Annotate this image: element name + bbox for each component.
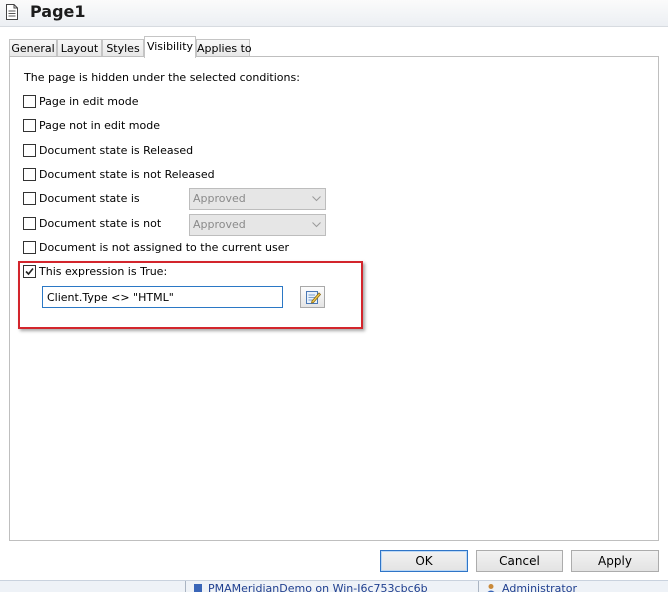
status-separator <box>478 581 479 592</box>
condition-label: Page not in edit mode <box>39 119 160 132</box>
condition-checkbox[interactable] <box>23 192 36 205</box>
tab-applies-to[interactable]: Applies to <box>196 39 252 57</box>
expression-checkbox[interactable] <box>23 265 36 278</box>
state-not-select: Approved <box>189 214 326 236</box>
document-icon <box>6 4 18 20</box>
apply-button[interactable]: Apply <box>571 550 659 572</box>
condition-checkbox[interactable] <box>23 119 36 132</box>
cancel-button[interactable]: Cancel <box>476 550 563 572</box>
condition-label: Page in edit mode <box>39 95 139 108</box>
tab-layout[interactable]: Layout <box>57 39 102 57</box>
state-select-value: Approved <box>193 192 246 205</box>
edit-expression-button[interactable] <box>300 286 325 308</box>
condition-checkbox[interactable] <box>23 95 36 108</box>
condition-label: Document state is not Released <box>39 168 215 181</box>
conditions-intro: The page is hidden under the selected co… <box>24 71 300 84</box>
chevron-down-icon <box>312 222 321 228</box>
window-title: Page1 <box>30 2 86 21</box>
state-select: Approved <box>189 188 326 210</box>
condition-label: Document state is Released <box>39 144 194 157</box>
expression-input[interactable] <box>42 286 283 308</box>
title-bar: Page1 <box>0 0 668 27</box>
condition-checkbox[interactable] <box>23 144 36 157</box>
tab-visibility[interactable]: Visibility <box>144 36 196 58</box>
status-separator <box>185 581 186 592</box>
tab-styles[interactable]: Styles <box>102 39 144 57</box>
state-not-select-value: Approved <box>193 218 246 231</box>
condition-checkbox[interactable] <box>23 168 36 181</box>
chevron-down-icon <box>312 196 321 202</box>
condition-label: Document is not assigned to the current … <box>39 241 289 254</box>
expression-label: This expression is True: <box>39 265 168 278</box>
condition-checkbox[interactable] <box>23 217 36 230</box>
edit-expression-icon <box>306 291 321 304</box>
ok-button[interactable]: OK <box>380 550 468 572</box>
condition-label: Document state is not <box>39 217 162 230</box>
status-bar: PMAMeridianDemo on Win-I6c753cbc6b Admin… <box>0 580 668 592</box>
tab-general[interactable]: General <box>9 39 57 57</box>
checkmark-icon <box>25 267 34 276</box>
condition-checkbox[interactable] <box>23 241 36 254</box>
condition-label: Document state is <box>39 192 140 205</box>
